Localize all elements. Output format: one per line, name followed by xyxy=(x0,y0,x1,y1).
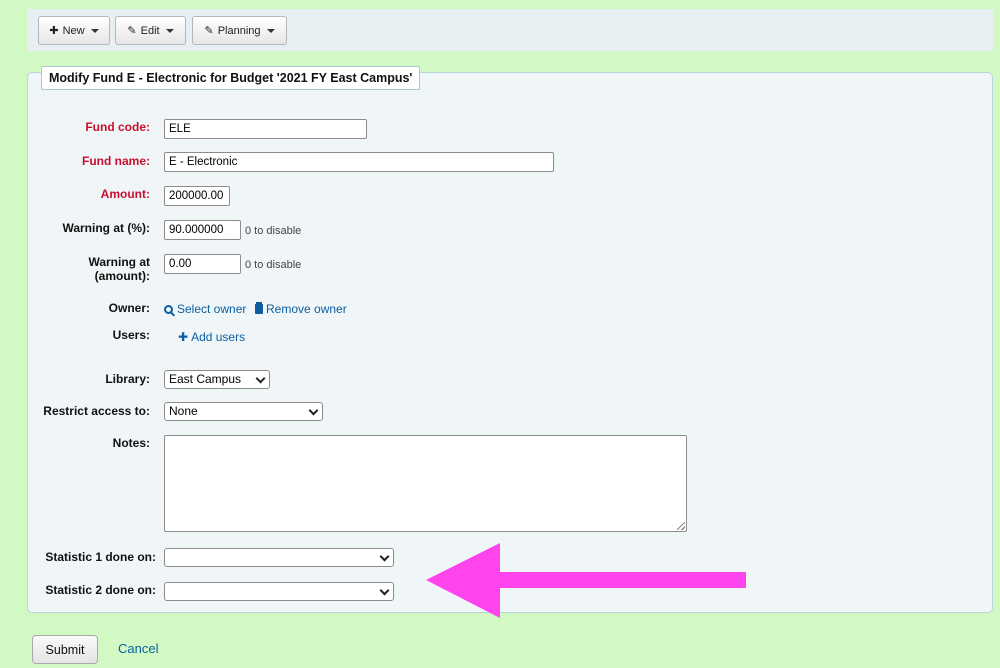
form-legend: Modify Fund E - Electronic for Budget '2… xyxy=(41,66,421,90)
amount-input[interactable]: 200000.00 xyxy=(164,186,230,206)
edit-button-label: Edit xyxy=(140,24,160,37)
add-users-text: Add users xyxy=(191,330,246,344)
statistic-1-label: Statistic 1 done on: xyxy=(45,550,156,564)
select-owner-link[interactable]: Select owner xyxy=(164,302,247,317)
pencil-icon: ✎ xyxy=(127,25,137,37)
chevron-down-icon xyxy=(308,405,319,416)
warning-percent-input[interactable]: 90.000000 xyxy=(164,220,241,240)
remove-owner-text: Remove owner xyxy=(266,302,347,316)
chevron-down-icon xyxy=(255,373,266,384)
fund-name-input[interactable]: E - Electronic xyxy=(164,152,554,172)
warning-amount-hint: 0 to disable xyxy=(245,259,302,271)
remove-owner-link[interactable]: Remove owner xyxy=(255,302,347,316)
pencil-icon: ✎ xyxy=(204,25,214,37)
statistic-2-select[interactable] xyxy=(164,582,394,601)
new-button[interactable]: ✚ New xyxy=(38,16,110,45)
toolbar: ✚ New ✎ Edit ✎ Planning xyxy=(27,9,993,51)
resize-grip-icon[interactable] xyxy=(677,522,685,530)
library-select[interactable]: East Campus xyxy=(164,370,270,389)
caret-down-icon xyxy=(266,28,275,33)
notes-label: Notes: xyxy=(112,436,150,450)
library-select-value: East Campus xyxy=(169,372,242,386)
users-label: Users: xyxy=(112,328,150,342)
notes-textarea[interactable] xyxy=(164,435,687,532)
amount-label: Amount: xyxy=(100,187,150,201)
warning-amount-label-line1: Warning at xyxy=(88,255,150,269)
library-label: Library: xyxy=(105,372,150,386)
chevron-down-icon xyxy=(379,585,390,596)
search-icon xyxy=(164,305,175,317)
warning-amount-label: Warning at (amount): xyxy=(20,255,150,283)
trash-icon xyxy=(255,304,263,314)
fund-name-label: Fund name: xyxy=(82,154,150,168)
warning-amount-input[interactable]: 0.00 xyxy=(164,254,241,274)
restrict-access-select[interactable]: None xyxy=(164,402,323,421)
planning-button[interactable]: ✎ Planning xyxy=(192,16,287,45)
cancel-link[interactable]: Cancel xyxy=(118,641,158,656)
warning-amount-label-line2: (amount): xyxy=(94,269,150,283)
edit-button[interactable]: ✎ Edit xyxy=(115,16,186,45)
warning-percent-label: Warning at (%): xyxy=(62,221,150,235)
chevron-down-icon xyxy=(379,551,390,562)
caret-down-icon xyxy=(90,28,99,33)
statistic-1-select[interactable] xyxy=(164,548,394,567)
select-owner-text: Select owner xyxy=(177,302,247,316)
restrict-access-select-value: None xyxy=(169,404,198,418)
statistic-2-label: Statistic 2 done on: xyxy=(45,583,156,597)
fund-code-input[interactable]: ELE xyxy=(164,119,367,139)
add-users-link[interactable]: ✚ Add users xyxy=(178,330,245,344)
fund-code-label: Fund code: xyxy=(85,120,150,134)
submit-button[interactable]: Submit xyxy=(32,635,98,664)
caret-down-icon xyxy=(165,28,174,33)
new-button-label: New xyxy=(62,24,85,37)
owner-label: Owner: xyxy=(108,301,150,315)
warning-percent-hint: 0 to disable xyxy=(245,225,302,237)
planning-button-label: Planning xyxy=(217,24,261,37)
plus-icon: ✚ xyxy=(178,330,189,344)
restrict-access-label: Restrict access to: xyxy=(43,404,150,418)
plus-icon: ✚ xyxy=(49,25,59,37)
